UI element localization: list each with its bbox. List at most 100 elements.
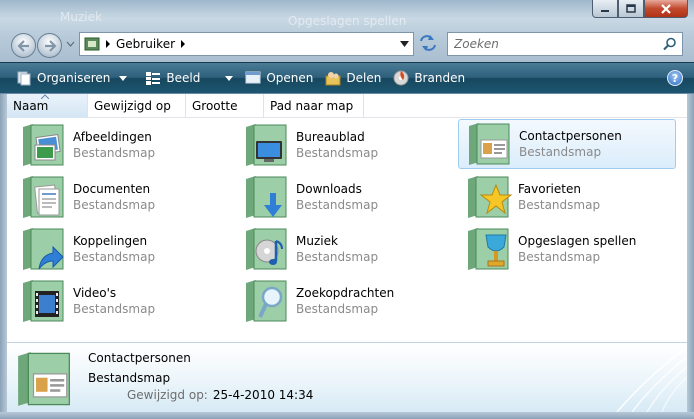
search-box[interactable] — [447, 32, 683, 56]
chevron-down-icon — [225, 75, 234, 81]
details-modified-label: Gewijzigd op: — [127, 388, 208, 402]
close-icon — [661, 3, 671, 14]
background-window-title: Muziek — [60, 10, 102, 24]
window-frame-left — [0, 94, 7, 419]
share-button[interactable]: Delen — [319, 67, 387, 89]
refresh-icon[interactable] — [418, 34, 438, 52]
item-type: Bestandsmap — [519, 145, 602, 159]
list-item[interactable]: Bureaublad Bestandsmap — [236, 120, 454, 170]
item-name: Bureaublad — [296, 130, 365, 144]
list-item[interactable]: Zoekopdrachten Bestandsmap — [236, 276, 454, 326]
list-item[interactable]: Downloads Bestandsmap — [236, 172, 454, 222]
breadcrumb-chevron-icon[interactable] — [100, 39, 116, 49]
help-icon: ? — [671, 71, 679, 85]
search-input[interactable] — [454, 37, 659, 51]
help-button[interactable]: ? — [667, 70, 683, 86]
contacts-folder-icon — [469, 123, 510, 165]
list-item[interactable]: Video's Bestandsmap — [13, 276, 231, 326]
item-name: Video's — [73, 286, 117, 300]
item-name: Opgeslagen spellen — [518, 234, 637, 248]
item-type: Bestandsmap — [518, 198, 601, 212]
column-header: Naam Gewijzigd op Grootte Pad naar map — [7, 94, 687, 118]
list-item[interactable]: Favorieten Bestandsmap — [458, 172, 676, 222]
burn-button[interactable]: Branden — [387, 67, 471, 89]
item-name: Contactpersonen — [519, 129, 622, 143]
maximize-icon — [626, 3, 636, 13]
open-button[interactable]: Openen — [239, 67, 319, 89]
organize-button[interactable]: Organiseren — [10, 67, 133, 89]
share-label: Delen — [346, 71, 382, 85]
item-type: Bestandsmap — [296, 302, 379, 316]
list-item[interactable]: Documenten Bestandsmap — [13, 172, 231, 222]
address-bar[interactable]: Gebruiker — [79, 32, 414, 56]
user-folder-icon — [84, 37, 100, 51]
details-type: Bestandsmap — [88, 371, 171, 385]
command-bar: Organiseren Beeld Openen Delen Branden ? — [0, 62, 694, 93]
column-name[interactable]: Naam — [7, 94, 88, 118]
forward-button[interactable] — [37, 33, 62, 58]
item-type: Bestandsmap — [518, 250, 601, 264]
item-name: Documenten — [73, 182, 151, 196]
chevron-down-icon — [119, 75, 128, 81]
recent-pages-dropdown-icon[interactable] — [66, 41, 75, 48]
list-item[interactable]: Koppelingen Bestandsmap — [13, 224, 231, 274]
column-folder-path-label: Pad naar map — [270, 99, 354, 113]
column-folder-path[interactable]: Pad naar map — [264, 94, 364, 118]
views-button[interactable]: Beeld — [139, 67, 239, 89]
item-type: Bestandsmap — [296, 198, 379, 212]
forward-arrow-icon — [44, 39, 57, 52]
pictures-folder-icon — [23, 124, 64, 166]
close-button[interactable] — [644, 0, 688, 18]
details-name: Contactpersonen — [88, 351, 191, 365]
breadcrumb-item-user[interactable]: Gebruiker — [116, 37, 175, 51]
search-icon[interactable] — [663, 37, 677, 51]
column-size[interactable]: Grootte — [186, 94, 264, 118]
burn-disc-icon — [393, 70, 409, 86]
downloads-folder-icon — [246, 176, 287, 218]
open-label: Openen — [266, 71, 314, 85]
share-icon — [325, 72, 341, 86]
videos-folder-icon — [23, 280, 64, 322]
views-label: Beeld — [166, 71, 201, 85]
item-type: Bestandsmap — [296, 250, 379, 264]
music-folder-icon — [246, 228, 287, 270]
list-item-selected[interactable]: Contactpersonen Bestandsmap — [458, 119, 676, 169]
burn-label: Branden — [414, 71, 466, 85]
background-window-title: Opgeslagen spellen — [288, 14, 407, 28]
item-type: Bestandsmap — [73, 198, 156, 212]
decorative-swoosh — [616, 346, 687, 412]
minimize-icon — [601, 9, 609, 12]
column-modified[interactable]: Gewijzigd op — [88, 94, 186, 118]
searches-folder-icon — [246, 280, 287, 322]
favorites-folder-icon — [468, 176, 513, 218]
item-type: Bestandsmap — [73, 250, 156, 264]
list-item[interactable]: Opgeslagen spellen Bestandsmap — [458, 224, 676, 274]
item-name: Koppelingen — [73, 234, 148, 248]
item-name: Afbeeldingen — [73, 130, 152, 144]
address-dropdown-icon[interactable] — [400, 41, 409, 48]
contacts-folder-icon — [18, 352, 70, 406]
details-modified-value: 25-4-2010 14:34 — [212, 388, 314, 402]
caption-buttons — [592, 0, 688, 18]
documents-folder-icon — [23, 176, 64, 218]
maximize-button[interactable] — [618, 0, 644, 18]
item-name: Downloads — [296, 182, 362, 196]
item-type: Bestandsmap — [73, 146, 156, 160]
desktop-folder-icon — [246, 124, 287, 166]
back-arrow-icon — [16, 39, 29, 52]
file-list: Afbeeldingen Bestandsmap Bureaublad Bestan… — [7, 118, 687, 342]
list-item[interactable]: Afbeeldingen Bestandsmap — [13, 120, 231, 170]
item-type: Bestandsmap — [73, 302, 156, 316]
details-modified: Gewijzigd op: 25-4-2010 14:34 — [127, 388, 313, 402]
window-frame-right — [687, 94, 694, 419]
item-type: Bestandsmap — [296, 146, 379, 160]
list-item[interactable]: Muziek Bestandsmap — [236, 224, 454, 274]
open-icon — [245, 71, 261, 84]
sort-ascending-icon — [41, 94, 49, 99]
column-name-label: Naam — [13, 99, 49, 113]
column-modified-label: Gewijzigd op — [94, 99, 171, 113]
minimize-button[interactable] — [592, 0, 618, 18]
back-button[interactable] — [11, 33, 36, 58]
breadcrumb-chevron-icon[interactable] — [175, 39, 191, 49]
window-frame-bottom — [0, 412, 694, 419]
